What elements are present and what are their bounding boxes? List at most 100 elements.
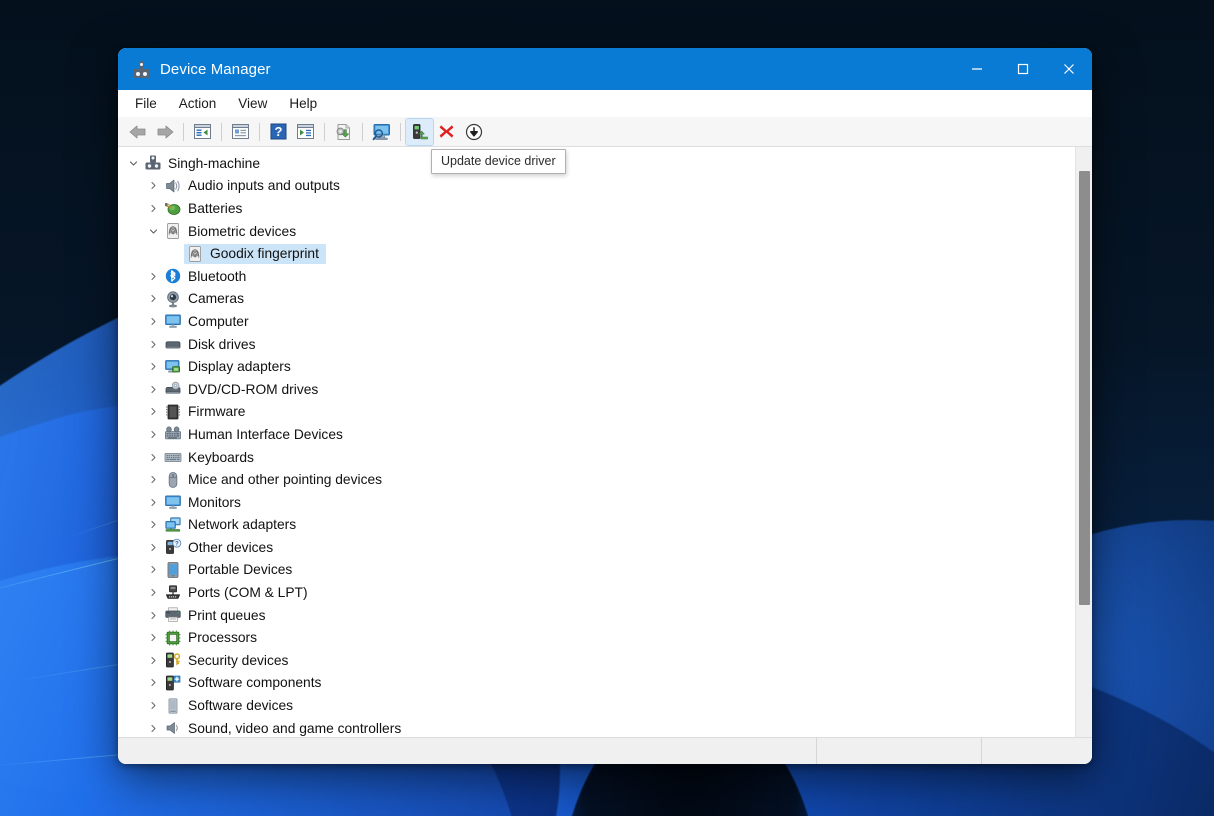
tree-item-biometric-devices[interactable]: Biometric devices: [118, 220, 1075, 243]
tree-item-security-devices[interactable]: Security devices: [118, 649, 1075, 672]
network-adapter-icon: [164, 516, 182, 534]
monitor-icon: [164, 312, 182, 330]
tree-item-other-devices[interactable]: ? Other devices: [118, 536, 1075, 559]
chevron-right-icon[interactable]: [142, 514, 164, 536]
tree-item-processors[interactable]: Processors: [118, 626, 1075, 649]
tree-item-label: Goodix fingerprint: [210, 246, 319, 262]
chevron-right-icon[interactable]: [142, 378, 164, 400]
device-tree: Singh-machine Audio inputs and outputs B…: [118, 147, 1075, 737]
show-all-devices-button[interactable]: [368, 119, 395, 145]
help-button[interactable]: ?: [265, 119, 292, 145]
status-bar: [118, 737, 1092, 764]
menu-view[interactable]: View: [227, 93, 278, 114]
properties-icon: [232, 124, 249, 139]
back-button[interactable]: [124, 119, 151, 145]
chevron-right-icon[interactable]: [142, 401, 164, 423]
speaker-icon: [164, 177, 182, 195]
tree-item-audio-inputs-and-outputs[interactable]: Audio inputs and outputs: [118, 175, 1075, 198]
chevron-right-icon[interactable]: [142, 559, 164, 581]
tree-item-monitors[interactable]: Monitors: [118, 491, 1075, 514]
chevron-right-icon[interactable]: [142, 265, 164, 287]
chevron-right-icon[interactable]: [142, 469, 164, 491]
tree-item-label: Firmware: [188, 404, 246, 420]
toolbar-separator: [324, 122, 325, 141]
close-button[interactable]: [1046, 48, 1092, 90]
tree-item-root[interactable]: Singh-machine: [118, 152, 1075, 175]
sound-controller-icon: [164, 719, 182, 737]
chevron-right-icon[interactable]: [142, 695, 164, 717]
show-hide-console-tree-button[interactable]: [189, 119, 216, 145]
tree-item-software-components[interactable]: Software components: [118, 672, 1075, 695]
chevron-right-icon[interactable]: [142, 333, 164, 355]
chevron-right-icon[interactable]: [142, 310, 164, 332]
chevron-right-icon[interactable]: [142, 288, 164, 310]
toolbar-tooltip: Update device driver: [431, 149, 566, 174]
forward-arrow-icon: [157, 125, 173, 138]
chevron-right-icon[interactable]: [142, 423, 164, 445]
uninstall-device-button[interactable]: [433, 119, 460, 145]
menu-bar: File Action View Help: [118, 90, 1092, 117]
tree-item-batteries[interactable]: Batteries: [118, 197, 1075, 220]
fingerprint-icon: [186, 245, 204, 263]
tree-item-software-devices[interactable]: Software devices: [118, 694, 1075, 717]
tree-item-computer[interactable]: Computer: [118, 310, 1075, 333]
disable-device-button[interactable]: [460, 119, 487, 145]
tree-item-goodix-fingerprint[interactable]: Goodix fingerprint: [118, 242, 1075, 265]
processor-icon: [164, 629, 182, 647]
tree-item-mice-and-other-pointing-devices[interactable]: Mice and other pointing devices: [118, 468, 1075, 491]
forward-button[interactable]: [151, 119, 178, 145]
tree-item-print-queues[interactable]: Print queues: [118, 604, 1075, 627]
monitor-search-icon: [372, 123, 390, 140]
chevron-right-icon[interactable]: [142, 491, 164, 513]
chevron-right-icon[interactable]: [142, 672, 164, 694]
tree-item-human-interface-devices[interactable]: Human Interface Devices: [118, 423, 1075, 446]
chevron-right-icon[interactable]: [142, 649, 164, 671]
maximize-button[interactable]: [1000, 48, 1046, 90]
tree-item-sound-video-and-game-controllers[interactable]: Sound, video and game controllers: [118, 717, 1075, 737]
computer-root-icon: [144, 154, 162, 172]
properties-button[interactable]: [227, 119, 254, 145]
portable-device-icon: [164, 561, 182, 579]
tree-item-label: Singh-machine: [168, 155, 261, 171]
vertical-scrollbar[interactable]: [1075, 147, 1092, 737]
tree-item-bluetooth[interactable]: Bluetooth: [118, 265, 1075, 288]
chevron-right-icon[interactable]: [142, 356, 164, 378]
chevron-right-icon[interactable]: [142, 582, 164, 604]
chevron-right-icon[interactable]: [142, 536, 164, 558]
show-hide-action-pane-button[interactable]: [292, 119, 319, 145]
tree-item-label: Network adapters: [188, 517, 297, 533]
tree-item-network-adapters[interactable]: Network adapters: [118, 514, 1075, 537]
tree-item-dvd-cdrom-drives[interactable]: DVD/CD-ROM drives: [118, 378, 1075, 401]
scan-for-hardware-changes-button[interactable]: [330, 119, 357, 145]
update-device-driver-button[interactable]: [405, 117, 434, 146]
minimize-button[interactable]: [954, 48, 1000, 90]
tree-item-label: DVD/CD-ROM drives: [188, 381, 319, 397]
chevron-right-icon[interactable]: [142, 446, 164, 468]
status-bar-panel-2: [982, 738, 1092, 764]
tree-item-keyboards[interactable]: Keyboards: [118, 446, 1075, 469]
tree-item-firmware[interactable]: Firmware: [118, 401, 1075, 424]
chevron-right-icon[interactable]: [142, 604, 164, 626]
chevron-down-icon[interactable]: [122, 152, 144, 174]
tree-item-display-adapters[interactable]: Display adapters: [118, 355, 1075, 378]
tree-item-cameras[interactable]: Cameras: [118, 288, 1075, 311]
chevron-right-icon[interactable]: [142, 627, 164, 649]
tree-item-label: Print queues: [188, 607, 266, 623]
chevron-right-icon[interactable]: [142, 197, 164, 219]
chevron-down-icon[interactable]: [142, 220, 164, 242]
vertical-scrollbar-thumb[interactable]: [1079, 171, 1090, 605]
status-bar-panel-1: [817, 738, 982, 764]
tree-item-label: Keyboards: [188, 449, 254, 465]
chevron-right-icon[interactable]: [142, 717, 164, 737]
menu-file[interactable]: File: [124, 93, 168, 114]
tree-item-label: Batteries: [188, 200, 243, 216]
tree-item-disk-drives[interactable]: Disk drives: [118, 333, 1075, 356]
menu-help[interactable]: Help: [278, 93, 328, 114]
tree-item-ports-com-lpt[interactable]: Ports (COM & LPT): [118, 581, 1075, 604]
menu-action[interactable]: Action: [168, 93, 228, 114]
tree-item-portable-devices[interactable]: Portable Devices: [118, 559, 1075, 582]
chevron-right-icon[interactable]: [142, 175, 164, 197]
tree-item-label: Disk drives: [188, 336, 256, 352]
device-manager-icon: [133, 60, 150, 78]
unknown-device-icon: ?: [164, 538, 182, 556]
